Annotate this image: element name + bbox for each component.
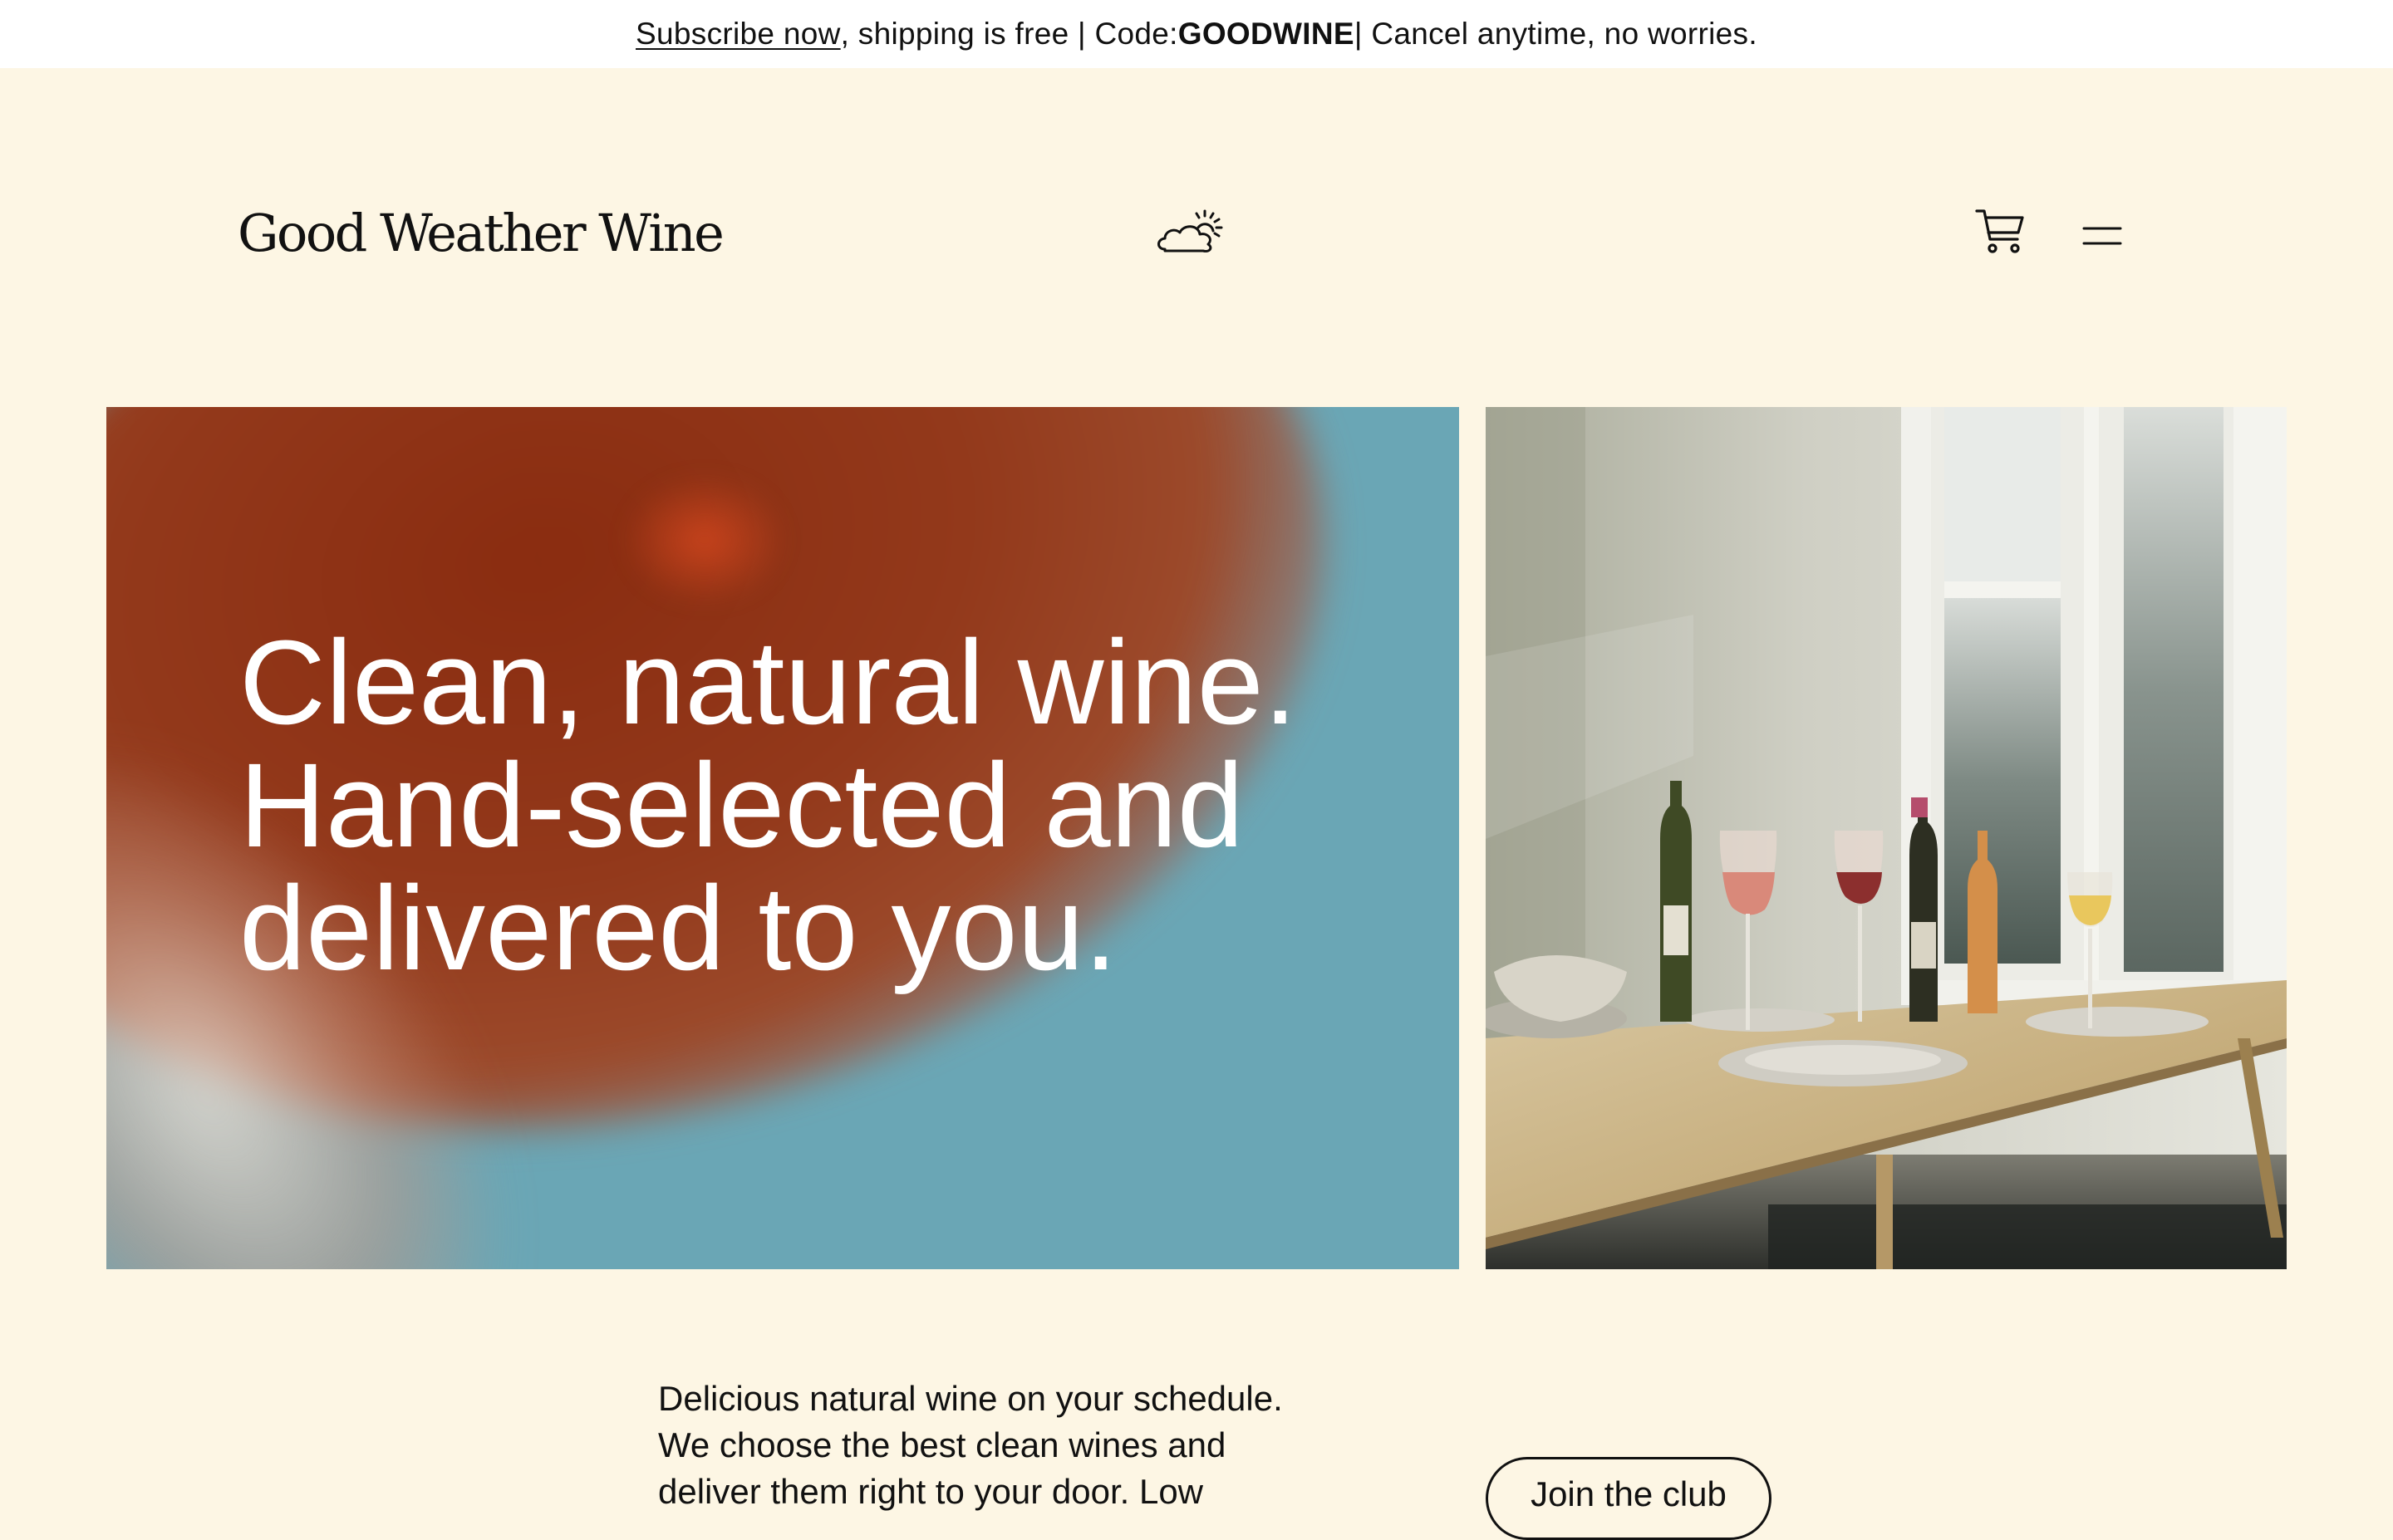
cloud-sun-icon [1155, 209, 1226, 257]
announcement-text-end: | Cancel anytime, no worries. [1354, 17, 1757, 51]
intro-line: Delicious natural wine on your schedule. [658, 1379, 1283, 1418]
hero-image-wine-glass: Clean, natural wine. Hand-selected and d… [106, 407, 1459, 1269]
hero-image-wine-table [1486, 407, 2287, 1269]
site-logo[interactable]: Good Weather Wine [238, 208, 725, 259]
subscribe-now-link[interactable]: Subscribe now [636, 17, 841, 51]
hero-title-line: Hand-selected and [239, 738, 1244, 872]
announcement-bar: Subscribe now, shipping is free | Code: … [0, 0, 2393, 68]
announcement-text: , shipping is free | Code: [840, 17, 1178, 51]
hamburger-menu-icon[interactable] [2082, 224, 2122, 248]
cart-icon[interactable] [1974, 206, 2026, 257]
hero-title-line: delivered to you. [239, 861, 1118, 995]
hero-title-line: Clean, natural wine. [239, 616, 1297, 749]
site-header: Good Weather Wine [0, 68, 2393, 400]
intro-line: deliver them right to your door. Low [658, 1472, 1204, 1511]
join-the-club-button[interactable]: Join the club [1486, 1457, 1771, 1540]
intro-text: Delicious natural wine on your schedule.… [658, 1376, 1373, 1515]
hero-title: Clean, natural wine. Hand-selected and d… [239, 621, 1419, 990]
promo-code: GOODWINE [1177, 17, 1354, 51]
intro-line: We choose the best clean wines and [658, 1425, 1226, 1464]
